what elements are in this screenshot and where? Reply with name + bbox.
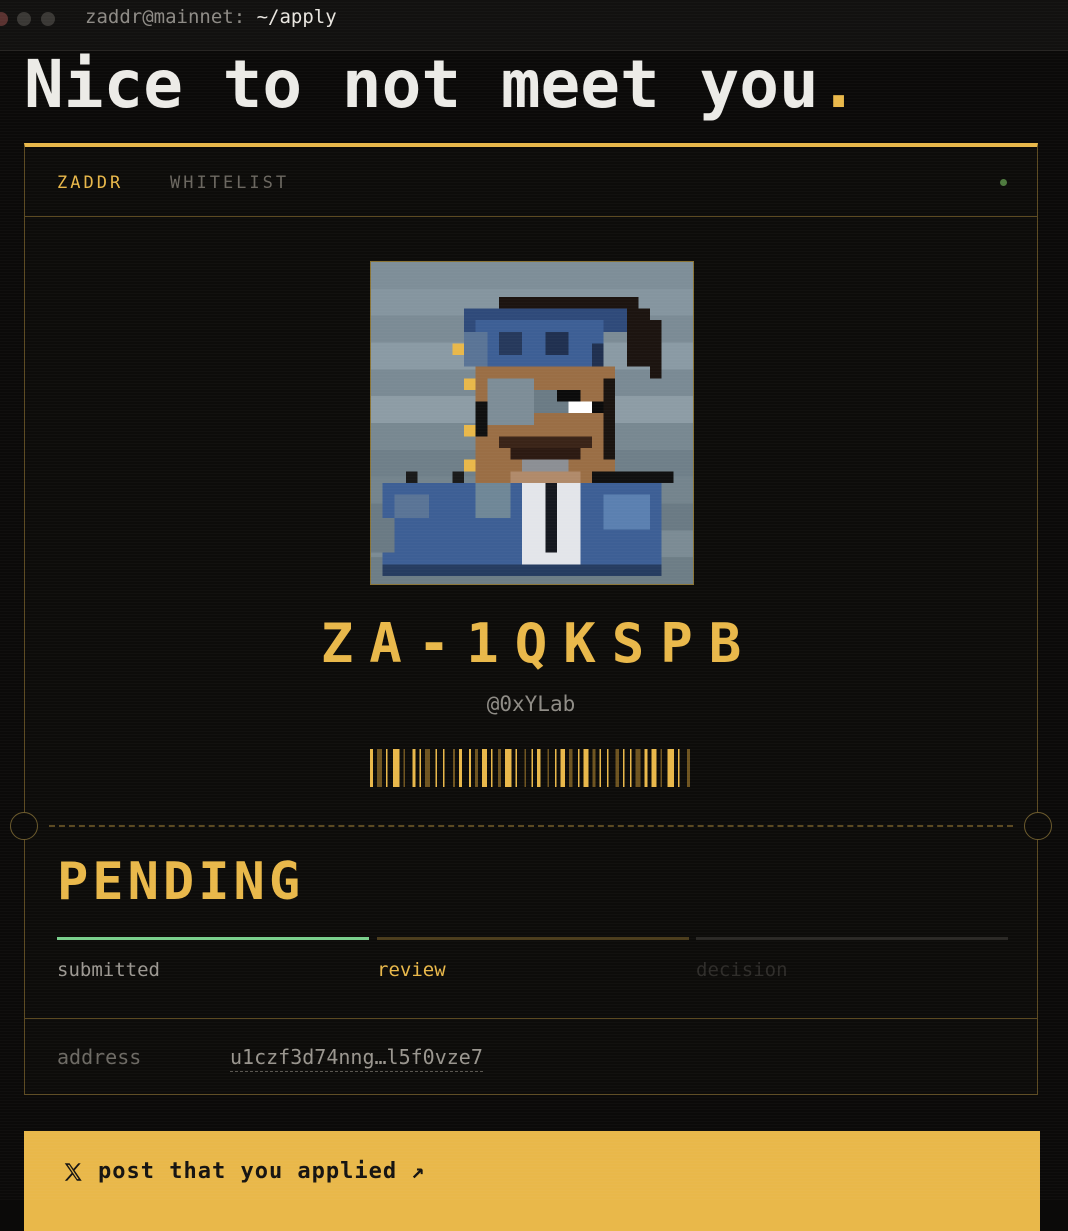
x-logo-icon xyxy=(64,1162,82,1181)
step-review: review xyxy=(377,959,446,981)
headline-accent: . xyxy=(818,46,859,123)
live-status-icon xyxy=(1000,179,1007,186)
post-applied-button[interactable]: post that you applied ↗ xyxy=(24,1131,1040,1231)
address-label: address xyxy=(57,1045,142,1069)
step-decision: decision xyxy=(696,959,788,981)
avatar xyxy=(370,261,694,585)
card-header: ZADDR WHITELIST xyxy=(25,147,1037,217)
headline-text: Nice to not meet you xyxy=(24,46,819,123)
progress-segment-review xyxy=(377,937,689,940)
prompt-user-host: zaddr@mainnet: xyxy=(85,6,246,28)
application-card: ZADDR WHITELIST ZA-1QKSPB @0xYLab PENDIN… xyxy=(10,143,1052,1097)
ticket-perforation xyxy=(49,825,1013,827)
user-id: ZA-1QKSPB xyxy=(320,612,758,675)
address-value[interactable]: u1czf3d74nng…l5f0vze7 xyxy=(230,1045,483,1072)
step-submitted: submitted xyxy=(57,959,160,981)
prompt-path: ~/apply xyxy=(256,6,337,28)
pixel-avatar-icon xyxy=(371,262,693,584)
progress-segment-decision xyxy=(696,937,1008,940)
terminal-prompt: zaddr@mainnet: ~/apply xyxy=(85,6,337,28)
cta-label: post that you applied xyxy=(98,1159,398,1184)
user-handle: @0xYLab xyxy=(486,692,576,716)
ticket-notch-right xyxy=(1024,812,1052,840)
page-headline: Nice to not meet you. xyxy=(24,46,858,123)
progress-segment-submitted xyxy=(57,937,369,940)
external-link-icon: ↗ xyxy=(411,1159,426,1184)
tab-whitelist[interactable]: WHITELIST xyxy=(170,173,289,193)
barcode-icon xyxy=(370,749,690,787)
cta-content: post that you applied ↗ xyxy=(62,1159,425,1184)
maximize-window-icon[interactable] xyxy=(41,12,55,26)
ticket-notch-left xyxy=(10,812,38,840)
status-title: PENDING xyxy=(57,852,305,912)
terminal-title-bar: zaddr@mainnet: ~/apply xyxy=(0,0,1068,51)
tab-zaddr[interactable]: ZADDR xyxy=(57,173,123,193)
close-window-icon[interactable] xyxy=(0,12,8,26)
address-row: address u1czf3d74nng…l5f0vze7 xyxy=(25,1018,1037,1097)
minimize-window-icon[interactable] xyxy=(17,12,31,26)
